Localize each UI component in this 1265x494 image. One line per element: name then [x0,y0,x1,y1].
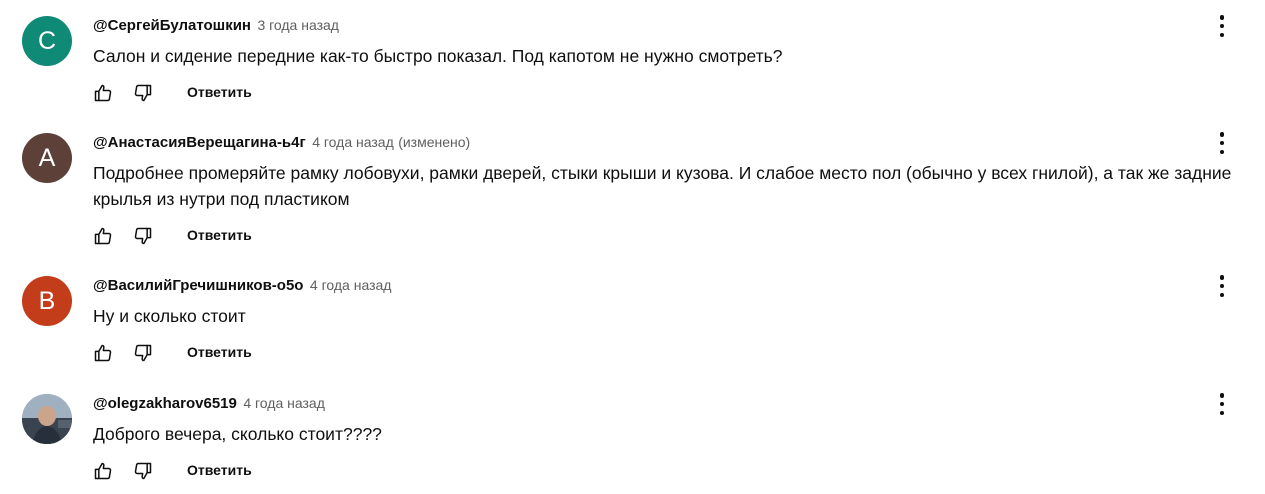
comment-text: Доброго вечера, сколько стоит???? [93,424,382,444]
comment-author[interactable]: @ВасилийГречишников-о5о [93,277,303,294]
comment-text: Подробнее промеряйте рамку лобовухи, рам… [93,163,1232,209]
more-vert-icon [1219,393,1225,398]
more-vert-icon [1219,275,1225,280]
more-vert-icon [1219,15,1225,20]
comment-edited: (изменено) [398,134,471,150]
like-button[interactable] [93,225,113,247]
comment-author[interactable]: @АнастасияВерещагина-ь4г [93,134,306,151]
comment-header: @СергейБулатошкин 3 года назад [93,17,339,37]
dislike-button[interactable] [133,342,153,364]
comment-menu-button[interactable] [1212,14,1232,38]
comments-list: С @СергейБулатошкин 3 года назад Салон и… [0,0,1265,494]
comment-header: @olegzakharov6519 4 года назад [93,395,325,415]
comment-text: Салон и сидение передние как-то быстро п… [93,46,783,66]
reply-button[interactable]: Ответить [187,462,252,478]
more-vert-icon [1219,132,1225,137]
reply-button[interactable]: Ответить [187,344,252,360]
comment-author[interactable]: @olegzakharov6519 [93,395,237,412]
avatar[interactable]: B [22,276,72,326]
thumbs-up-icon [94,84,112,102]
comment-header: @ВасилийГречишников-о5о 4 года назад [93,277,391,297]
thumbs-down-icon [134,344,152,362]
user-photo-icon [22,394,72,444]
reply-button[interactable]: Ответить [187,84,252,100]
comment-menu-button[interactable] [1212,131,1232,155]
thumbs-down-icon [134,462,152,480]
avatar[interactable] [22,394,72,444]
dislike-button[interactable] [133,82,153,104]
dislike-button[interactable] [133,225,153,247]
like-button[interactable] [93,82,113,104]
avatar[interactable]: A [22,133,72,183]
thumbs-down-icon [134,227,152,245]
comment-menu-button[interactable] [1212,274,1232,298]
comment-time[interactable]: 4 года назад [243,395,325,411]
comment-time[interactable]: 3 года назад [257,17,339,33]
comment-header: @АнастасияВерещагина-ь4г 4 года назад (и… [93,134,470,154]
reply-button[interactable]: Ответить [187,227,252,243]
comment-author[interactable]: @СергейБулатошкин [93,17,251,34]
thumbs-up-icon [94,227,112,245]
dislike-button[interactable] [133,460,153,482]
comment-text: Ну и сколько стоит [93,306,246,326]
comment-time[interactable]: 4 года назад [312,134,394,150]
like-button[interactable] [93,460,113,482]
thumbs-down-icon [134,84,152,102]
comment-time[interactable]: 4 года назад [310,277,392,293]
comment-menu-button[interactable] [1212,392,1232,416]
avatar[interactable]: С [22,16,72,66]
thumbs-up-icon [94,344,112,362]
like-button[interactable] [93,342,113,364]
thumbs-up-icon [94,462,112,480]
